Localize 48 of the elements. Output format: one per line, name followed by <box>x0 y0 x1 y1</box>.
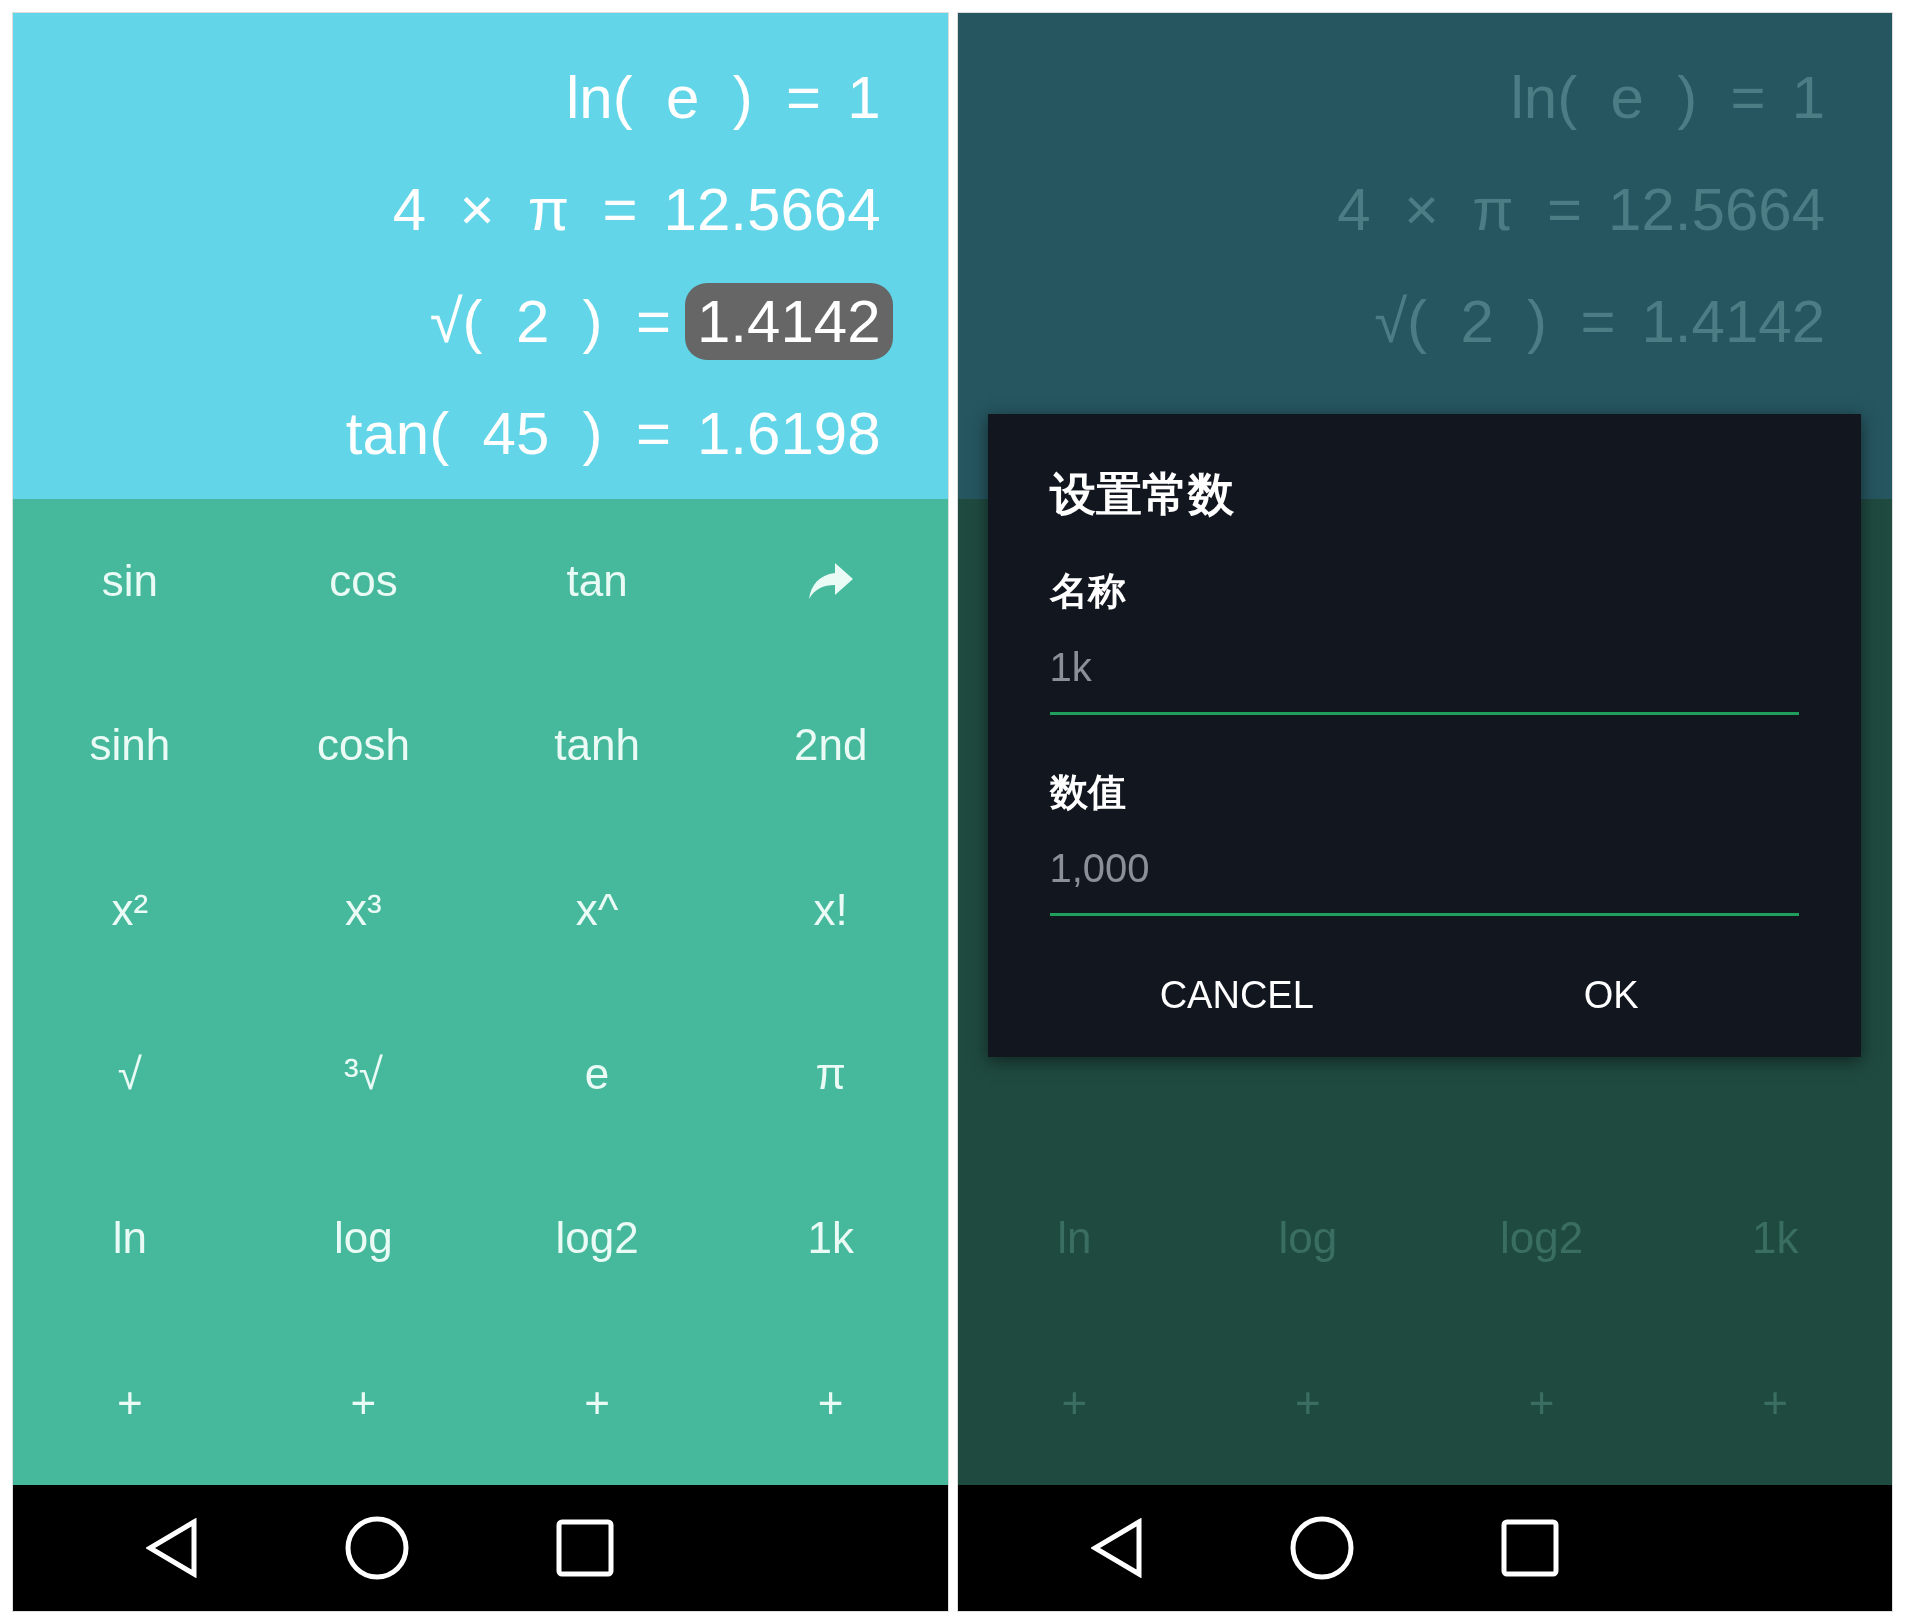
calculator-key[interactable]: x! <box>805 880 856 939</box>
expression-text: ln( e ) = <box>566 62 822 132</box>
calculator-key[interactable]: π <box>807 1045 854 1104</box>
calculator-key[interactable]: + <box>1287 1373 1329 1432</box>
calculator-key[interactable]: log <box>326 1209 401 1268</box>
calculator-key[interactable]: ³√ <box>336 1045 391 1104</box>
calculator-key[interactable]: cosh <box>308 716 418 775</box>
result-text[interactable]: 1.6198 <box>685 394 893 472</box>
calculator-key[interactable]: tanh <box>546 716 648 775</box>
calculator-key[interactable]: x² <box>103 880 157 939</box>
dialog-button[interactable]: OK <box>1424 954 1799 1037</box>
calculator-key[interactable]: + <box>1053 1373 1096 1432</box>
field-label: 名称 <box>1049 569 1127 614</box>
calculator-key[interactable]: + <box>1520 1373 1563 1432</box>
field-label: 数值 <box>1049 770 1127 815</box>
back-icon[interactable] <box>1090 1518 1143 1578</box>
dialog-title: 设置常数 <box>1049 467 1235 522</box>
calculator-key[interactable]: + <box>108 1373 151 1432</box>
calculator-key[interactable]: sin <box>93 552 166 611</box>
dialog-button[interactable]: CANCEL <box>1049 954 1424 1037</box>
calculator-key[interactable]: + <box>342 1373 385 1432</box>
expression-text: 4 × π = <box>392 174 638 244</box>
recents-icon[interactable] <box>1500 1519 1559 1577</box>
calculator-key[interactable]: x³ <box>337 880 390 939</box>
result-text[interactable]: 1.4142 <box>685 282 893 360</box>
input-field[interactable]: 1k <box>1049 639 1799 715</box>
calculator-key[interactable]: + <box>809 1373 852 1432</box>
calculator-key[interactable]: 2nd <box>785 716 876 775</box>
result-text[interactable]: 12.5664 <box>651 170 893 248</box>
expression-text: tan( 45 ) = <box>345 398 671 468</box>
back-icon[interactable] <box>146 1518 199 1578</box>
calculator-key[interactable]: ln <box>104 1209 155 1268</box>
calculator-key[interactable]: tan <box>558 552 636 611</box>
calculator-key[interactable]: + <box>1754 1373 1797 1432</box>
home-icon[interactable] <box>344 1515 411 1581</box>
calculator-key[interactable]: sinh <box>81 716 179 775</box>
recents-icon[interactable] <box>556 1519 615 1577</box>
home-icon[interactable] <box>1288 1515 1355 1581</box>
calculator-key[interactable]: √ <box>109 1045 150 1104</box>
calculator-key[interactable]: 1k <box>799 1209 862 1268</box>
calculator-key[interactable]: e <box>576 1045 618 1104</box>
result-text[interactable]: 1 <box>835 58 893 136</box>
calculator-key[interactable]: + <box>576 1373 618 1432</box>
calculator-key[interactable]: x^ <box>567 880 627 939</box>
calculator-key[interactable]: cos <box>321 552 406 611</box>
input-field[interactable]: 1,000 <box>1049 840 1799 916</box>
calculator-key[interactable]: log2 <box>547 1209 647 1268</box>
expression-text: √( 2 ) = <box>429 286 671 356</box>
